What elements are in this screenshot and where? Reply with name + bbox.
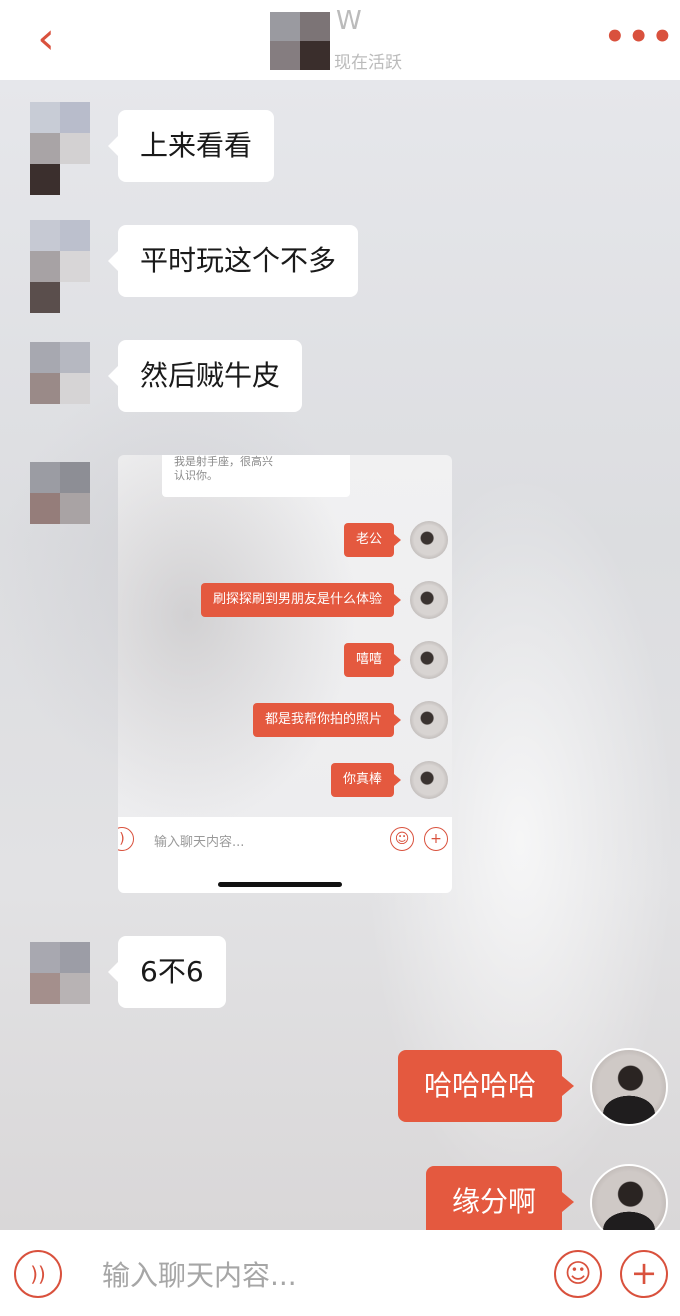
message-text: 6不6 bbox=[140, 955, 204, 988]
avatar[interactable] bbox=[590, 1164, 668, 1230]
contact-status: 现在活跃 bbox=[334, 53, 402, 73]
input-bar: )) 输入聊天内容... ☺ + bbox=[0, 1230, 680, 1316]
avatar[interactable] bbox=[30, 942, 90, 1004]
voice-icon[interactable]: )) bbox=[14, 1250, 62, 1298]
shot-avatar bbox=[410, 761, 448, 799]
plus-icon: + bbox=[424, 827, 448, 851]
chevron-left-icon[interactable]: ‹ bbox=[26, 16, 66, 62]
shot-message-text: 刷探探刷到男朋友是什么体验 bbox=[212, 592, 382, 607]
message-input[interactable]: 输入聊天内容... bbox=[102, 1254, 297, 1294]
message-bubble[interactable]: 然后贼牛皮 bbox=[107, 340, 303, 412]
shot-message-text: 都是我帮你拍的照片 bbox=[264, 712, 382, 727]
shot-input-placeholder: 输入聊天内容... bbox=[154, 835, 245, 850]
shot-message: 你真棒 bbox=[330, 763, 402, 797]
message-bubble[interactable]: 缘分啊 bbox=[425, 1166, 575, 1230]
contact-name: W bbox=[336, 6, 362, 36]
shot-message-text: 嘻嘻 bbox=[355, 652, 382, 667]
message-text: 然后贼牛皮 bbox=[140, 359, 281, 392]
avatar[interactable] bbox=[30, 462, 90, 524]
message-bubble[interactable]: 平时玩这个不多 bbox=[107, 225, 359, 297]
emoji-icon: ☺ bbox=[390, 827, 414, 851]
message-text: 哈哈哈哈 bbox=[423, 1069, 536, 1102]
shot-avatar bbox=[410, 521, 448, 559]
home-indicator bbox=[218, 882, 342, 887]
message-bubble[interactable]: 6不6 bbox=[108, 936, 226, 1008]
shot-avatar bbox=[410, 581, 448, 619]
shot-avatar bbox=[410, 701, 448, 739]
avatar[interactable] bbox=[590, 1048, 668, 1126]
plus-icon[interactable]: + bbox=[620, 1250, 668, 1298]
avatar-shadow bbox=[30, 282, 90, 313]
message-list[interactable]: 上来看看 平时玩这个不多 然后贼牛皮 我是射手座，很高兴 认识你。 老公 刷探探… bbox=[0, 80, 680, 1230]
shot-message: 都是我帮你拍的照片 bbox=[252, 703, 402, 737]
shot-card: 我是射手座，很高兴 认识你。 bbox=[162, 455, 350, 497]
shot-message: 老公 bbox=[343, 523, 402, 557]
message-bubble[interactable]: 哈哈哈哈 bbox=[397, 1050, 575, 1122]
shot-message: 刷探探刷到男朋友是什么体验 bbox=[200, 583, 402, 617]
shot-card-line: 我是射手座，很高兴 bbox=[174, 455, 273, 468]
shot-message-text: 老公 bbox=[355, 532, 382, 547]
avatar[interactable] bbox=[30, 102, 90, 164]
image-message[interactable]: 我是射手座，很高兴 认识你。 老公 刷探探刷到男朋友是什么体验 嘻嘻 都是我帮你… bbox=[118, 455, 452, 893]
message-bubble[interactable]: 上来看看 bbox=[107, 110, 275, 182]
more-dots-icon[interactable]: ••• bbox=[604, 20, 673, 54]
shot-message: 嘻嘻 bbox=[343, 643, 402, 677]
shot-input-bar: ) 输入聊天内容... ☺ + bbox=[118, 817, 452, 893]
message-text: 上来看看 bbox=[140, 129, 253, 162]
avatar[interactable] bbox=[30, 220, 90, 282]
shot-message-text: 你真棒 bbox=[342, 772, 382, 787]
avatar-shadow bbox=[30, 164, 90, 195]
avatar[interactable] bbox=[30, 342, 90, 404]
contact-avatar[interactable] bbox=[270, 12, 330, 70]
message-text: 缘分啊 bbox=[451, 1185, 536, 1218]
chat-header: ‹ W 现在活跃 ••• bbox=[0, 0, 680, 80]
emoji-icon[interactable]: ☺ bbox=[554, 1250, 602, 1298]
shot-avatar bbox=[410, 641, 448, 679]
message-text: 平时玩这个不多 bbox=[140, 244, 337, 277]
voice-icon: ) bbox=[118, 827, 134, 851]
shot-card-line: 认识你。 bbox=[174, 469, 218, 482]
